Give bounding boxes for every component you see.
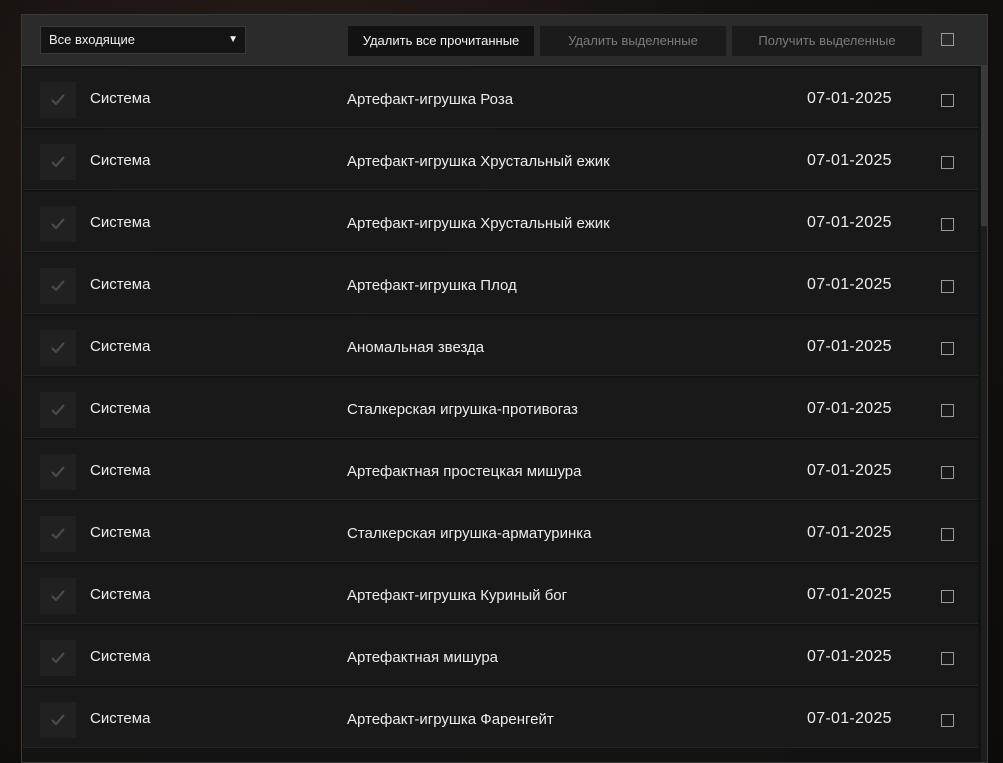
read-status-icon (40, 702, 76, 738)
message-date: 07-01-2025 (807, 214, 892, 231)
read-status-icon (40, 640, 76, 676)
message-sender: Система (90, 90, 151, 107)
read-status-icon (40, 516, 76, 552)
message-sender: Система (90, 462, 151, 479)
scrollbar[interactable] (981, 66, 987, 762)
message-select-checkbox[interactable] (941, 590, 954, 603)
message-date: 07-01-2025 (807, 400, 892, 417)
message-row[interactable]: Система Артефакт-игрушка Хрустальный ежик… (23, 192, 978, 252)
message-subject[interactable]: Артефакт-игрушка Куриный бог (347, 587, 567, 604)
message-sender: Система (90, 400, 151, 417)
message-sender: Система (90, 214, 151, 231)
select-all-checkbox[interactable] (941, 33, 954, 46)
read-status-icon (40, 392, 76, 428)
delete-all-read-button[interactable]: Удалить все прочитанные (348, 26, 534, 56)
message-row[interactable]: Система Артефактная мишура 07-01-2025 (23, 626, 978, 686)
message-date: 07-01-2025 (807, 276, 892, 293)
read-status-icon (40, 268, 76, 304)
message-select-checkbox[interactable] (941, 94, 954, 107)
message-sender: Система (90, 648, 151, 665)
message-row[interactable]: Система Артефактная простецкая мишура 07-0… (23, 440, 978, 500)
message-date: 07-01-2025 (807, 586, 892, 603)
message-sender: Система (90, 338, 151, 355)
message-date: 07-01-2025 (807, 648, 892, 665)
message-row[interactable]: Система Артефакт-игрушка Фаренгейт 07-01-2… (23, 688, 978, 748)
message-subject[interactable]: Аномальная звезда (347, 339, 484, 356)
message-subject[interactable]: Артефакт-игрушка Хрустальный ежик (347, 215, 610, 232)
read-status-icon (40, 144, 76, 180)
read-status-icon (40, 454, 76, 490)
message-row[interactable]: Система Артефакт-игрушка Роза 07-01-2025 (23, 68, 978, 128)
message-sender: Система (90, 710, 151, 727)
read-status-icon (40, 578, 76, 614)
mail-panel: Все входящие ▼ Удалить все прочитанные У… (21, 14, 988, 763)
delete-selected-button[interactable]: Удалить выделенные (540, 26, 726, 56)
message-select-checkbox[interactable] (941, 342, 954, 355)
message-row[interactable]: Система Артефакт-игрушка Плод 07-01-2025 (23, 254, 978, 314)
message-subject[interactable]: Артефакт-игрушка Плод (347, 277, 517, 294)
message-date: 07-01-2025 (807, 710, 892, 727)
scrollbar-thumb[interactable] (981, 66, 987, 226)
message-date: 07-01-2025 (807, 338, 892, 355)
message-subject[interactable]: Артефакт-игрушка Фаренгейт (347, 711, 554, 728)
message-sender: Система (90, 152, 151, 169)
read-status-icon (40, 206, 76, 242)
mail-toolbar: Все входящие ▼ Удалить все прочитанные У… (22, 15, 987, 66)
message-sender: Система (90, 586, 151, 603)
message-subject[interactable]: Артефактная простецкая мишура (347, 463, 581, 480)
receive-selected-button[interactable]: Получить выделенные (732, 26, 922, 56)
message-row[interactable]: Система Сталкерская игрушка-арматуринка 07… (23, 502, 978, 562)
message-subject[interactable]: Артефакт-игрушка Хрустальный ежик (347, 153, 610, 170)
message-date: 07-01-2025 (807, 90, 892, 107)
message-row[interactable]: Система Сталкерская игрушка-противогаз 07-… (23, 378, 978, 438)
message-select-checkbox[interactable] (941, 528, 954, 541)
message-select-checkbox[interactable] (941, 280, 954, 293)
message-sender: Система (90, 524, 151, 541)
message-subject[interactable]: Артефактная мишура (347, 649, 498, 666)
message-row[interactable]: Система Артефакт-игрушка Куриный бог 07-01… (23, 564, 978, 624)
chevron-down-icon: ▼ (228, 34, 238, 45)
inbox-filter-value: Все входящие (49, 32, 136, 47)
message-row[interactable]: Система Аномальная звезда 07-01-2025 (23, 316, 978, 376)
message-select-checkbox[interactable] (941, 218, 954, 231)
message-date: 07-01-2025 (807, 524, 892, 541)
message-date: 07-01-2025 (807, 462, 892, 479)
message-select-checkbox[interactable] (941, 156, 954, 169)
message-select-checkbox[interactable] (941, 714, 954, 727)
message-subject[interactable]: Артефакт-игрушка Роза (347, 91, 513, 108)
read-status-icon (40, 82, 76, 118)
message-date: 07-01-2025 (807, 152, 892, 169)
message-subject[interactable]: Сталкерская игрушка-арматуринка (347, 525, 591, 542)
message-select-checkbox[interactable] (941, 404, 954, 417)
read-status-icon (40, 330, 76, 366)
message-row[interactable]: Система Артефакт-игрушка Хрустальный ежик… (23, 130, 978, 190)
message-subject[interactable]: Сталкерская игрушка-противогаз (347, 401, 578, 418)
inbox-filter-dropdown[interactable]: Все входящие ▼ (40, 26, 246, 54)
message-select-checkbox[interactable] (941, 652, 954, 665)
message-select-checkbox[interactable] (941, 466, 954, 479)
message-sender: Система (90, 276, 151, 293)
